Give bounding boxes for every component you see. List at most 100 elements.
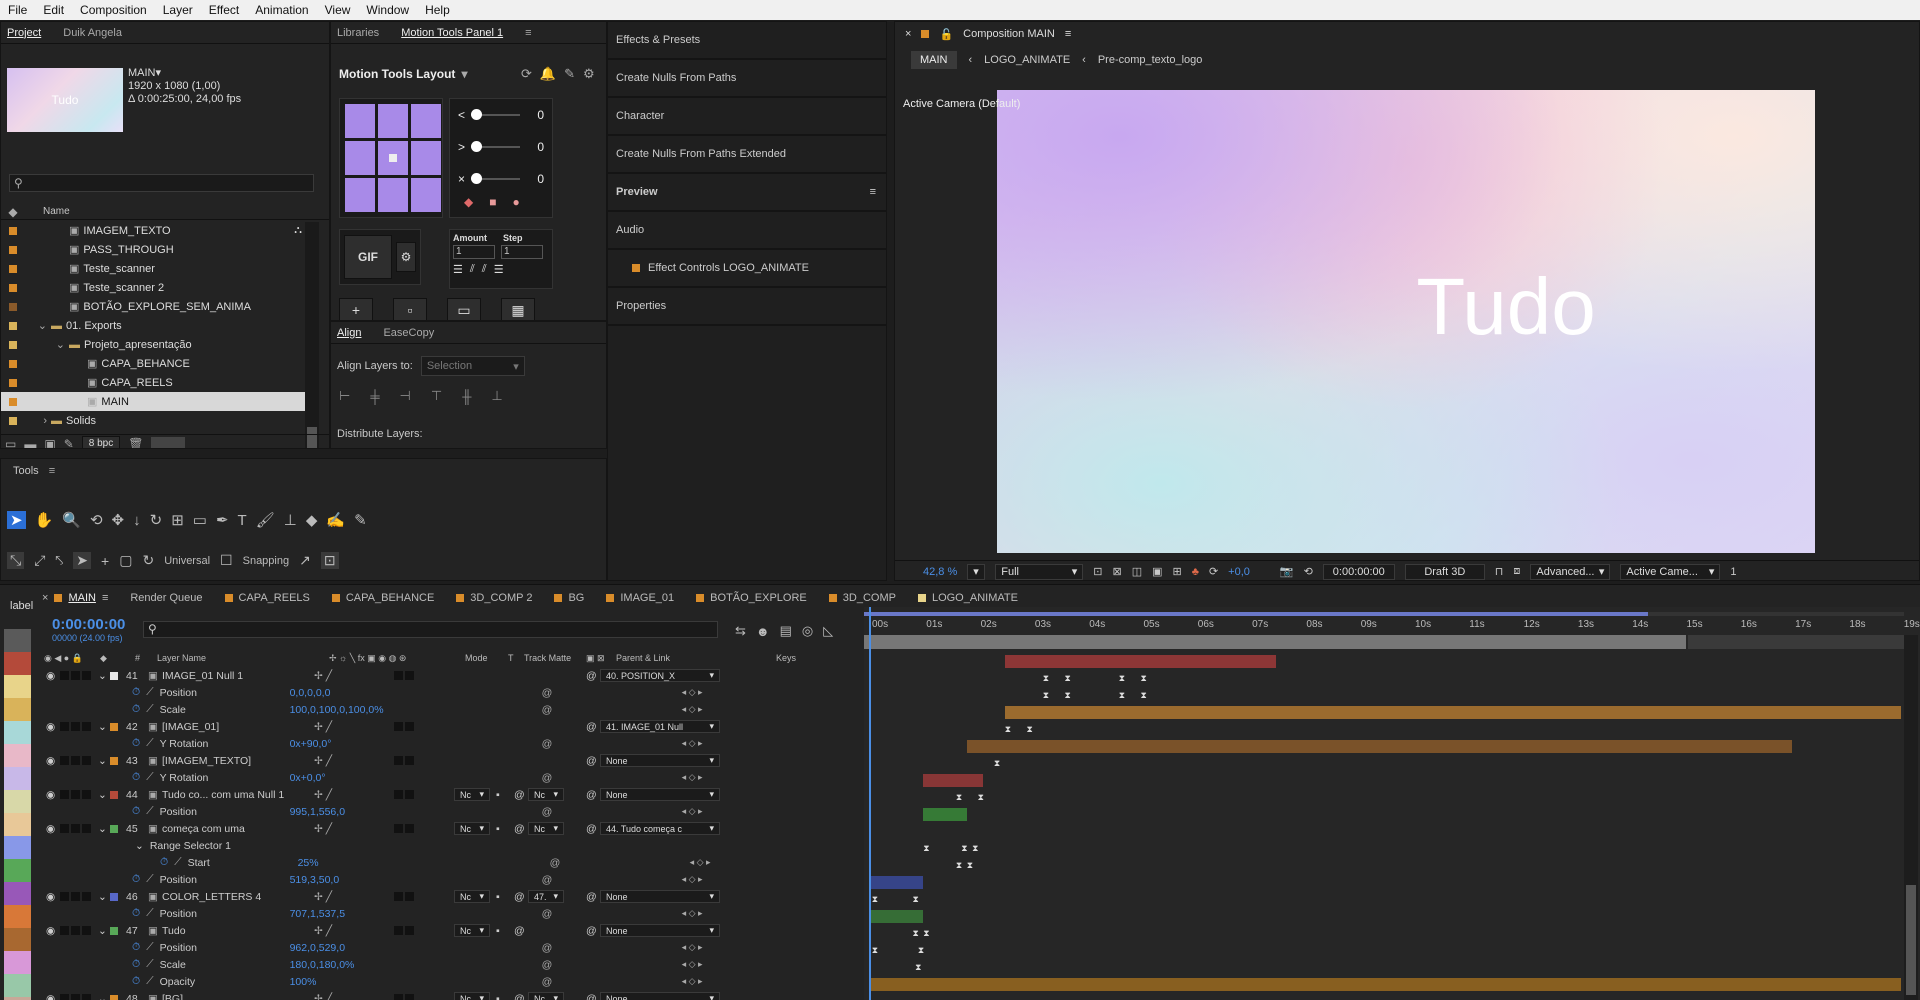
work-area-bar[interactable] <box>864 612 1904 616</box>
show-snapshot-icon[interactable]: ⟲ <box>1304 565 1313 578</box>
project-item[interactable]: ▣ BOTÃO_EXPLORE_SEM_ANIMA <box>1 297 306 316</box>
chevron-down-icon[interactable]: ⌄ <box>25 338 65 351</box>
mode-select[interactable]: Nc ▾ <box>454 788 490 801</box>
label-color[interactable] <box>4 767 31 790</box>
rotate-mode-icon[interactable]: ↻ <box>142 552 154 569</box>
expression-pickwhip-icon[interactable]: @ <box>550 857 690 869</box>
panel-create-nulls-from-paths-extended[interactable]: Create Nulls From Paths Extended <box>608 136 886 174</box>
menu-view[interactable]: View <box>317 3 359 17</box>
label-color[interactable] <box>4 744 31 767</box>
track-row[interactable] <box>864 755 1904 772</box>
label-color[interactable] <box>4 652 31 675</box>
eye-icon[interactable]: ◉ <box>46 925 60 937</box>
orbit-tool-icon[interactable]: ⟲ <box>90 511 103 529</box>
expand-chevron-icon[interactable]: ⌄ <box>98 993 110 1000</box>
close-icon[interactable]: × <box>42 592 48 604</box>
layer-row[interactable]: ◉ ⌄ 44 ▣ Tudo co... com uma Null 1 ✢ ╱ Nc ▾ ▪ @ Nc… <box>40 786 860 803</box>
canvas-text[interactable]: Tudo <box>1416 261 1595 353</box>
diamond-icon[interactable]: ◆ <box>464 195 473 209</box>
layer-duration-bar[interactable] <box>1004 655 1277 668</box>
keyframe-icon[interactable]: ⧗ <box>1141 673 1147 684</box>
keyframe-icon[interactable]: ⧗ <box>915 962 921 973</box>
parent-select[interactable]: None ▾ <box>600 992 720 1000</box>
square-icon[interactable]: ■ <box>489 195 496 209</box>
label-color[interactable] <box>4 928 31 951</box>
slider-track[interactable] <box>471 109 520 120</box>
label-swatch[interactable] <box>9 245 17 254</box>
label-swatch[interactable] <box>9 302 17 311</box>
project-item[interactable]: ▣ IMAGEM_TEXTO ⛬ <box>1 221 306 240</box>
panel-create-nulls-from-paths[interactable]: Create Nulls From Paths <box>608 60 886 98</box>
graph-icon[interactable]: ⟋ <box>146 873 153 886</box>
property-value[interactable]: 180,0,180,0% <box>290 959 542 971</box>
new-folder-icon[interactable]: ▬ <box>24 437 36 449</box>
project-item[interactable]: › ▬ Solids <box>1 411 306 430</box>
label-icon[interactable]: ◆ <box>100 653 135 664</box>
stopwatch-icon[interactable]: ⏱ <box>132 686 140 699</box>
layer-label-color[interactable] <box>110 756 118 765</box>
property-value[interactable]: 962,0,529,0 <box>290 942 542 954</box>
timeline-tab[interactable]: × MAIN ≡ <box>42 592 108 604</box>
snapshot-icon[interactable]: 📷 <box>1280 565 1294 578</box>
move-mode-icon[interactable]: + <box>101 553 109 569</box>
property-value[interactable]: 519,3,50,0 <box>290 874 542 886</box>
pickwhip-icon[interactable]: @ <box>586 993 600 1000</box>
layer-row[interactable]: ◉ ⌄ 42 ▣ [IMAGE_01] ✢ ╱ @41. IMAGE_01 Null ▾ <box>40 718 860 735</box>
label-swatch[interactable] <box>9 226 17 235</box>
layer-label-color[interactable] <box>110 994 118 1000</box>
stopwatch-icon[interactable]: ⏱ <box>132 907 140 920</box>
expand-chevron-icon[interactable]: ⌄ <box>98 755 110 767</box>
pickwhip-icon[interactable]: @ <box>586 721 600 733</box>
eye-icon[interactable]: ◉ <box>46 823 60 835</box>
eye-icon[interactable]: ◉ <box>46 891 60 903</box>
zoom-dropdown[interactable]: ▾ <box>967 563 986 580</box>
project-search-input[interactable]: ⚲ <box>9 174 314 192</box>
preserve-transparency-checkbox[interactable]: ▪ <box>496 891 514 903</box>
keyframe-nav-icons[interactable]: ◂ ◇ ▸ <box>682 772 703 783</box>
label-swatch[interactable] <box>9 397 17 406</box>
breadcrumb-main[interactable]: MAIN <box>911 51 957 69</box>
graph-icon[interactable]: ⟋ <box>146 686 153 699</box>
eye-icon[interactable]: ◉ <box>46 670 60 682</box>
expression-pickwhip-icon[interactable]: @ <box>542 976 682 988</box>
stopwatch-icon[interactable]: ⏱ <box>160 856 168 869</box>
layer-duration-bar[interactable] <box>869 910 924 923</box>
trash-icon[interactable]: 🗑 <box>128 437 143 449</box>
keyframe-icon[interactable]: ⧗ <box>972 843 978 854</box>
resolution-select[interactable]: Full ▾ <box>995 563 1084 580</box>
pan-tool-icon[interactable]: ✥ <box>112 511 125 529</box>
snap-options-icon[interactable]: ↗ <box>299 552 311 569</box>
layer-name[interactable]: Tudo co... com uma Null 1 <box>162 789 314 801</box>
project-item[interactable]: ▣ MAIN <box>1 392 306 411</box>
expression-pickwhip-icon[interactable]: @ <box>542 806 682 818</box>
pickwhip-icon[interactable]: @ <box>586 925 600 937</box>
matte-link-icon[interactable]: @ <box>514 925 528 937</box>
keyframe-icon[interactable]: ⧗ <box>1119 690 1125 701</box>
property-row[interactable]: ⏱ ⟋ Y Rotation 0x+0,0° @ ◂ ◇ ▸ <box>40 769 860 786</box>
property-row[interactable]: ⏱ ⟋ Y Rotation 0x+90,0° @ ◂ ◇ ▸ <box>40 735 860 752</box>
anchor-right[interactable] <box>411 141 441 175</box>
property-row[interactable]: ⏱ ⟋ Position 962,0,529,0 @ ◂ ◇ ▸ <box>40 939 860 956</box>
chevron-down-icon[interactable]: ▾ <box>461 67 467 81</box>
anchor-bottom[interactable] <box>378 178 408 212</box>
stopwatch-icon[interactable]: ⏱ <box>132 958 140 971</box>
keyframe-icon[interactable]: ⧗ <box>1141 690 1147 701</box>
interpret-footage-icon[interactable]: ▭ <box>5 437 16 449</box>
bounds-icon[interactable]: ▭ <box>447 298 481 320</box>
pickwhip-icon[interactable]: @ <box>586 670 600 682</box>
color-channels-icon[interactable]: ♣ <box>1192 566 1199 578</box>
chevron-right-icon[interactable]: › <box>25 415 47 427</box>
label-color[interactable] <box>4 629 31 652</box>
view-options-icon[interactable]: ⊞ <box>1173 565 1182 578</box>
parent-select[interactable]: None ▾ <box>600 754 720 767</box>
preserve-transparency-checkbox[interactable]: ▪ <box>496 925 514 937</box>
timeline-timecode[interactable]: 0:00:00:00 <box>52 616 125 633</box>
anchor-top[interactable] <box>378 104 408 138</box>
parent-select[interactable]: None ▾ <box>600 924 720 937</box>
chevron-down-icon[interactable]: ⌄ <box>135 840 144 852</box>
snapping-checkbox[interactable]: ☐ <box>220 552 233 569</box>
reset-exposure-icon[interactable]: ⟳ <box>1209 565 1218 578</box>
switches-header-icon[interactable]: ✢ ☼ ╲ fx ▣ ◉ ◍ ⊛ <box>329 653 465 664</box>
label-color[interactable] <box>4 859 31 882</box>
keyframe-icon[interactable]: ⧗ <box>872 945 878 956</box>
